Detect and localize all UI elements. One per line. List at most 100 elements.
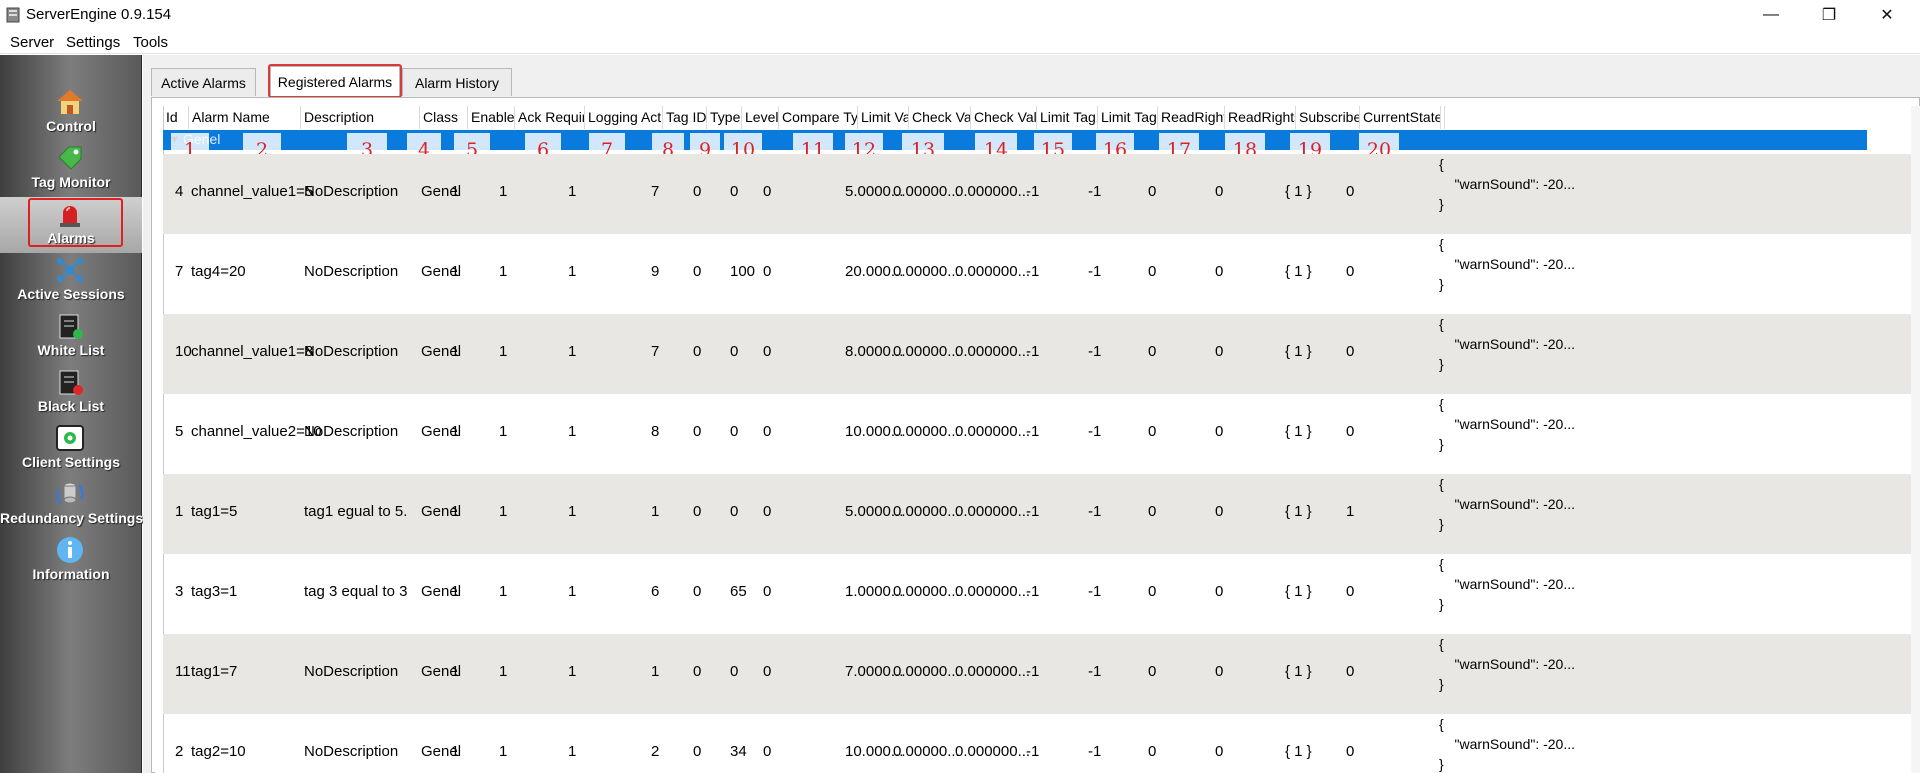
cell-json-preview: { "warnSound": -20... } [1439, 556, 1576, 612]
cell-limit-tag1: -1 [1026, 183, 1040, 200]
table-row[interactable]: 1 tag1=5 tag1 egual to 5. Genel 1 1 1 1 0 0 0 5.000… [163, 474, 1919, 554]
cell-currentstate: 0 [1346, 183, 1355, 200]
cell-readrights1: 0 [1148, 743, 1157, 760]
cell-level: 0 [730, 183, 739, 200]
column-header-tag-id[interactable]: Tag ID [663, 106, 707, 129]
column-header-description[interactable]: Description [301, 106, 420, 129]
cell-subscribers: { 1 } [1285, 743, 1312, 760]
column-header-subscribers[interactable]: Subscribers [1296, 106, 1360, 129]
column-header-check-val1[interactable]: Check Val1 [909, 106, 971, 129]
column-header-divider [1441, 106, 1445, 129]
table-row[interactable]: 7 tag4=20 NoDescription Genel 1 1 1 9 0 100 0 20.00… [163, 234, 1919, 314]
cell-description: tag1 egual to 5. [304, 503, 408, 520]
table-row[interactable]: 11 tag1=7 NoDescription Genel 1 1 1 1 0 0 0 7.0000.… [163, 634, 1919, 714]
title-bar: ServerEngine 0.9.154 — ❐ ✕ [0, 0, 1920, 30]
sidebar-item-client-settings[interactable]: Client Settings [0, 421, 142, 477]
table-row[interactable]: 4 channel_value1=5 NoDescription Genel 1 1 1 7 0… [163, 154, 1919, 234]
menu-tools[interactable]: Tools [133, 34, 168, 51]
column-header-alarm-name[interactable]: Alarm Name [189, 106, 301, 129]
cell-type: 0 [693, 583, 702, 600]
sidebar-item-white-list[interactable]: White List [0, 309, 142, 365]
table-scroll-area[interactable] [1911, 106, 1920, 773]
table-row[interactable]: 5 channel_value2=10 NoDescription Genel 1 1 1 8… [163, 394, 1919, 474]
cell-readrights2: 0 [1215, 263, 1224, 280]
cell-check-val1: 0.00000... [893, 423, 960, 440]
cell-readrights1: 0 [1148, 183, 1157, 200]
cell-ack-required: 1 [499, 263, 508, 280]
cell-ack-required: 1 [499, 183, 508, 200]
cell-check-val1: 0.00000... [893, 183, 960, 200]
menu-server[interactable]: Server [10, 34, 54, 51]
cell-compare-type: 0 [763, 423, 772, 440]
sidebar-item-active-sessions[interactable]: Active Sessions [0, 253, 142, 309]
sidebar-item-redundancy-settings[interactable]: Redundancy Settings [0, 477, 143, 533]
sidebar-item-information[interactable]: Information [0, 533, 142, 589]
column-header-logging-active[interactable]: Logging Active [585, 106, 663, 129]
cell-alarm-name: channel_value2=10 [191, 423, 322, 440]
cell-limit-tag2: -1 [1088, 663, 1102, 680]
cell-readrights2: 0 [1215, 503, 1224, 520]
menu-settings[interactable]: Settings [66, 34, 120, 51]
table-row[interactable]: 2 tag2=10 NoDescription Genel 1 1 1 2 0 34 0 10.000… [163, 714, 1919, 773]
cell-id: 5 [175, 423, 184, 440]
cell-logging-active: 1 [568, 503, 577, 520]
home-icon [57, 90, 83, 114]
menu-bar: Server Settings Tools [0, 30, 1920, 54]
column-header-limit-tag1[interactable]: Limit Tag1 [1037, 106, 1098, 129]
column-header-limit-tag2[interactable]: Limit Tag2 [1098, 106, 1158, 129]
cell-subscribers: { 1 } [1285, 183, 1312, 200]
table-row[interactable]: 3 tag3=1 tag 3 equal to 3 Genel 1 1 1 6 0 65 0 1.00… [163, 554, 1919, 634]
cell-readrights1: 0 [1148, 263, 1157, 280]
cell-check-val2: 0.000000... [955, 663, 1031, 680]
cell-readrights2: 0 [1215, 583, 1224, 600]
sidebar-item-black-list[interactable]: Black List [0, 365, 142, 421]
maximize-button[interactable]: ❐ [1800, 0, 1858, 30]
column-header-ack-required[interactable]: Ack Required [515, 106, 585, 129]
cell-id: 10 [175, 343, 192, 360]
cell-json-preview: { "warnSound": -20... } [1439, 316, 1576, 372]
column-header-id[interactable]: Id [163, 106, 189, 129]
client-settings-icon [56, 425, 84, 451]
cell-currentstate: 0 [1346, 743, 1355, 760]
column-header-enabled[interactable]: Enabled [468, 106, 515, 129]
cell-level: 65 [730, 583, 747, 600]
column-header-readrights1[interactable]: ReadRights1 [1158, 106, 1225, 129]
cell-tag-id: 1 [651, 663, 660, 680]
tab-alarm-history[interactable]: Alarm History [402, 68, 512, 96]
tab-active-alarms[interactable]: Active Alarms [151, 68, 256, 96]
cell-tag-id: 9 [651, 263, 660, 280]
column-header-limit-val[interactable]: Limit Val [858, 106, 909, 129]
cell-description: tag 3 equal to 3 [304, 583, 408, 600]
close-button[interactable]: ✕ [1858, 0, 1916, 30]
cell-tag-id: 2 [651, 743, 660, 760]
cell-alarm-name: tag4=20 [191, 263, 246, 280]
sidebar-item-label: Information [32, 566, 110, 582]
cell-subscribers: { 1 } [1285, 423, 1312, 440]
column-header-type[interactable]: Type [707, 106, 742, 129]
column-header-level[interactable]: Level [742, 106, 779, 129]
cell-limit-tag2: -1 [1088, 743, 1102, 760]
column-header-readrights2[interactable]: ReadRights2 [1225, 106, 1296, 129]
network-icon [57, 258, 83, 282]
cell-id: 11 [175, 663, 191, 680]
cell-ack-required: 1 [499, 503, 508, 520]
cell-limit-tag1: -1 [1026, 263, 1040, 280]
cell-readrights2: 0 [1215, 423, 1224, 440]
cell-check-val2: 0.000000... [955, 503, 1031, 520]
column-header-class[interactable]: Class [420, 106, 468, 129]
cell-readrights2: 0 [1215, 743, 1224, 760]
cell-level: 0 [730, 503, 739, 520]
sidebar-item-control[interactable]: Control [0, 85, 142, 141]
cell-readrights2: 0 [1215, 183, 1224, 200]
cell-check-val2: 0.000000... [955, 183, 1031, 200]
alarms-table: IdAlarm NameDescriptionClassEnabledAck R… [155, 106, 1920, 773]
cell-level: 100 [730, 263, 756, 280]
minimize-button[interactable]: — [1742, 0, 1800, 30]
cell-type: 0 [693, 263, 702, 280]
sidebar-item-tag-monitor[interactable]: Tag Monitor [0, 141, 142, 197]
column-header-check-val2[interactable]: Check Val2 [971, 106, 1037, 129]
column-header-compare-type[interactable]: Compare Type [779, 106, 858, 129]
table-row[interactable]: 10 channel_value1=8 NoDescription Genel 1 1 1 7… [163, 314, 1919, 394]
column-header-currentstate[interactable]: CurrentState [1360, 106, 1441, 129]
cell-check-val1: 0.00000... [893, 503, 960, 520]
